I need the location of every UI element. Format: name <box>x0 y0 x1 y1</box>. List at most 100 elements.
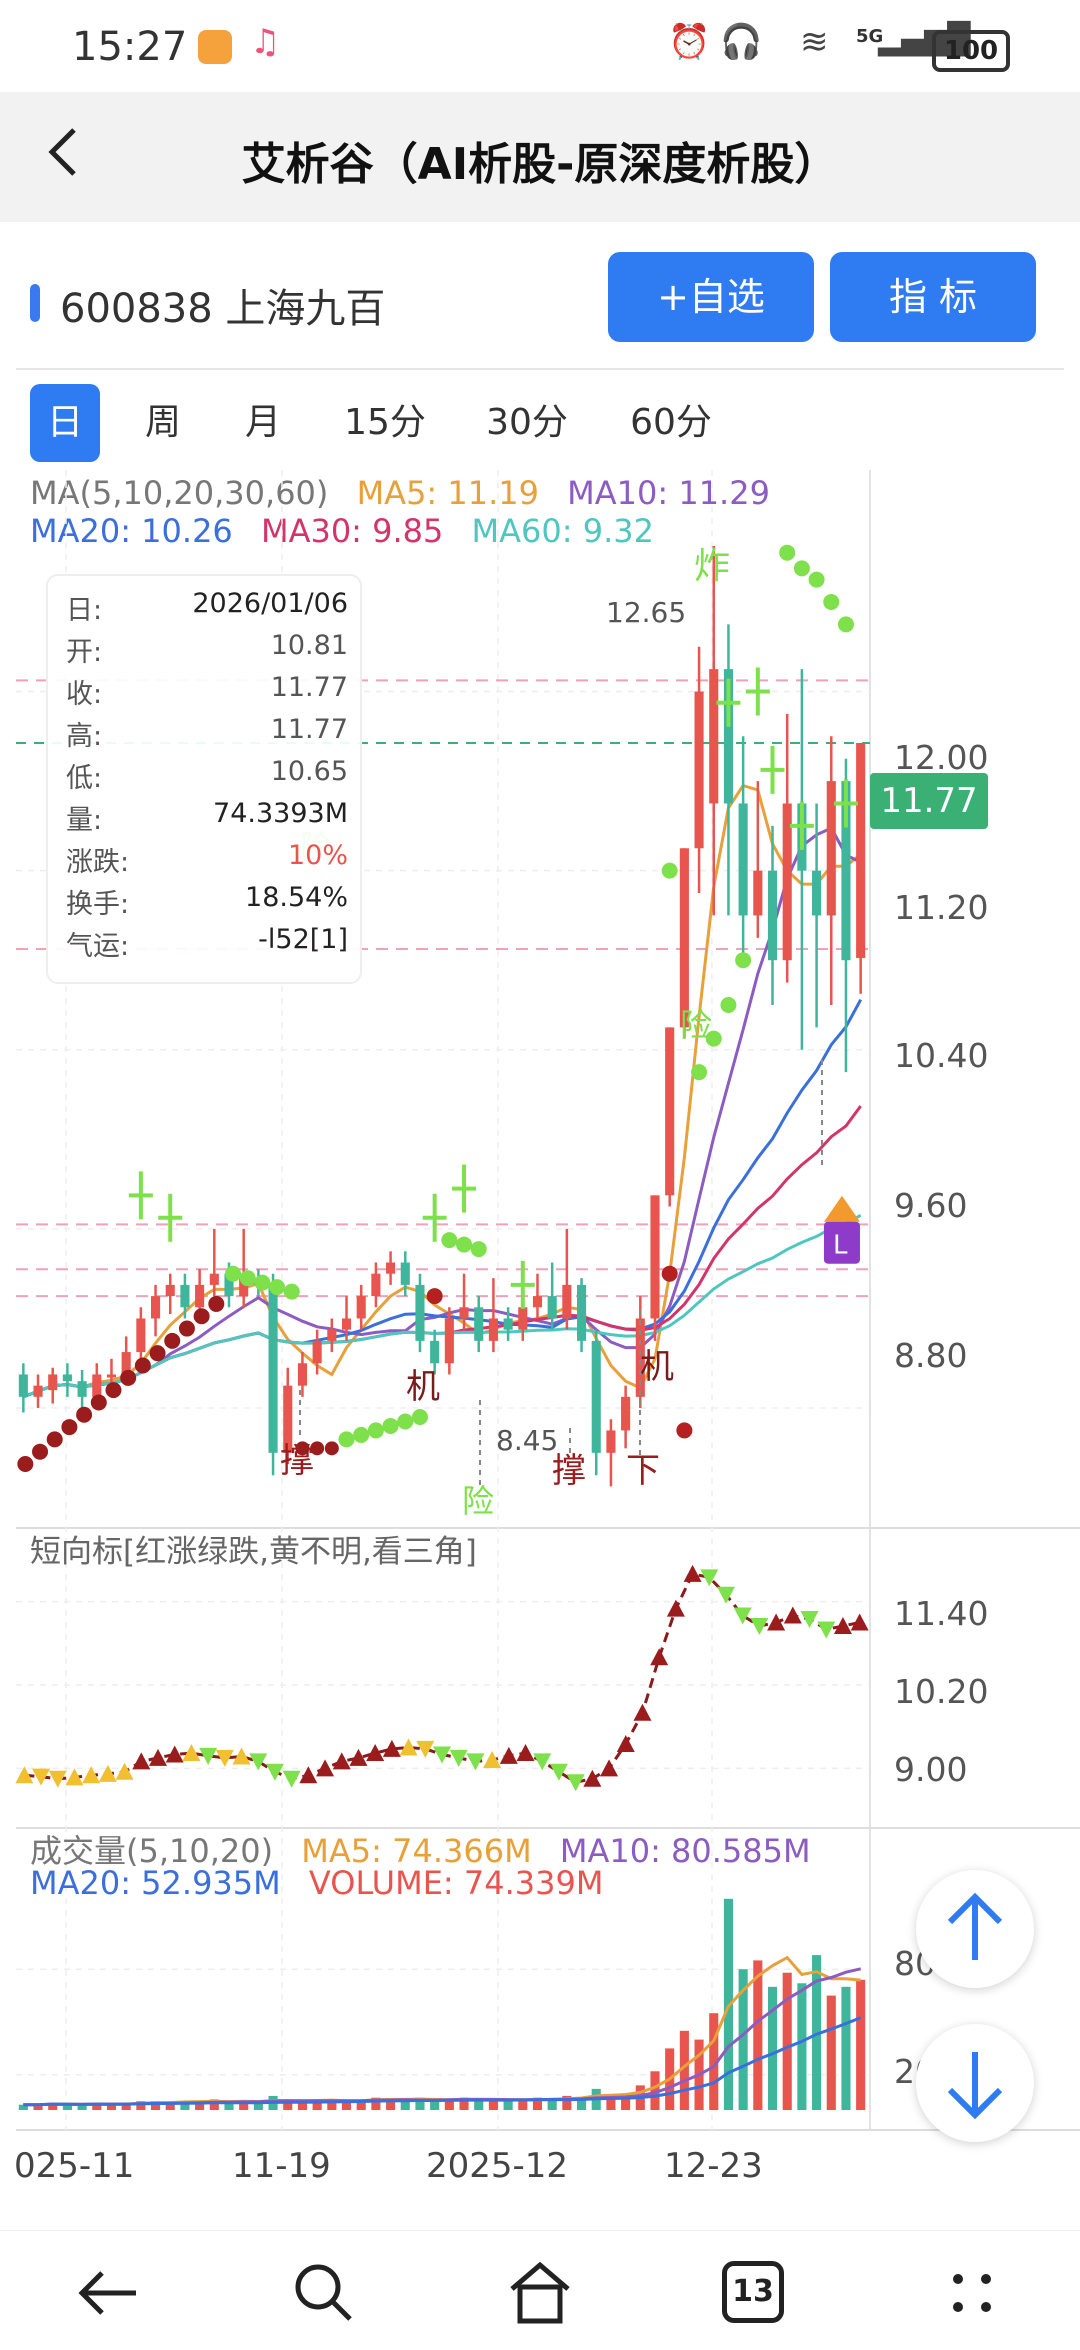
info-volume-label: 量: <box>66 805 103 836</box>
support-label: 撑 <box>552 1451 586 1491</box>
date-tick: 12-23 <box>664 2146 763 2186</box>
music-icon: ♫ <box>250 22 281 62</box>
nav-back-icon[interactable] <box>72 2257 144 2329</box>
candle-body <box>444 1318 454 1364</box>
alarm-icon: ⏰ <box>668 22 711 62</box>
short-panel-title: 短向标[红涨绿跌,黄不明,看三角] <box>30 1534 477 1570</box>
support-dot <box>32 1443 49 1460</box>
candle-body <box>650 1195 660 1319</box>
short-signal-triangle <box>98 1764 117 1782</box>
short-signal-triangle <box>850 1613 869 1631</box>
nav-more-icon[interactable] <box>936 2257 1008 2329</box>
volume-value: VOLUME: 74.339M <box>308 1864 604 1902</box>
risk-dot <box>239 1270 256 1287</box>
candle-body <box>562 1284 572 1319</box>
short-signal-triangle <box>149 1748 167 1766</box>
candle-body <box>856 743 866 958</box>
info-turnover: 18.54% <box>245 882 348 913</box>
candle-body <box>268 1284 278 1453</box>
short-indicator-panel <box>15 1564 870 1792</box>
nav-home-icon[interactable] <box>504 2257 576 2329</box>
short-signal-triangle <box>549 1763 568 1781</box>
candle-body <box>106 1374 117 1378</box>
candle-body <box>180 1284 190 1308</box>
scroll-up-button[interactable] <box>916 1870 1034 1988</box>
risk-dot <box>823 593 840 610</box>
volume-ma20: MA20: 52.935M <box>30 1864 281 1902</box>
short-signal-triangle <box>583 1769 602 1787</box>
risk-dot <box>779 544 796 561</box>
support-dot <box>76 1406 93 1423</box>
risk-dot <box>735 952 752 969</box>
nav-search-icon[interactable] <box>288 2257 360 2329</box>
volume-bar <box>767 1986 778 2110</box>
support-dot <box>426 1288 443 1305</box>
short-axis-tick: 10.20 <box>894 1672 989 1711</box>
risk-dot <box>382 1417 399 1434</box>
scroll-down-button[interactable] <box>916 2024 1034 2142</box>
candle-body <box>459 1307 469 1319</box>
tab-month[interactable]: 月 <box>228 384 298 462</box>
short-signal-triangle <box>633 1703 652 1721</box>
candle-body <box>209 1273 219 1285</box>
short-signal-triangle <box>566 1774 585 1792</box>
support-dot <box>90 1394 107 1411</box>
status-bar: 15:27 ♫ ⏰ 🎧 ≋ 5G ▂▄▆█ 100 <box>0 0 1080 92</box>
short-axis-tick: 11.40 <box>894 1594 989 1633</box>
wifi-icon: ≋ <box>800 22 829 62</box>
support-dot <box>134 1357 151 1374</box>
stock-code-name: 600838 上海九百 <box>60 286 386 332</box>
arrow-down-icon <box>947 2052 1003 2120</box>
stock-marker <box>30 284 40 322</box>
tab-30min[interactable]: 30分 <box>472 384 582 462</box>
orange-triangle <box>823 1195 860 1222</box>
info-open: 10.81 <box>270 630 348 661</box>
candle-body <box>92 1374 102 1397</box>
tab-day[interactable]: 日 <box>30 384 100 462</box>
volume-bar <box>297 2102 308 2110</box>
candle-body <box>48 1374 58 1391</box>
short-signal-triangle <box>650 1648 669 1666</box>
short-signal-triangle <box>616 1735 635 1753</box>
short-signal-triangle <box>516 1744 535 1762</box>
info-luck-row: 气运: -l52[1] <box>66 924 348 966</box>
stock-header: 600838 上海九百 +自选 指 标 <box>0 240 1080 368</box>
risk-dot <box>691 1064 708 1081</box>
candle-body <box>415 1284 425 1341</box>
candle-body <box>430 1340 440 1364</box>
candle-body <box>679 848 689 1028</box>
low-price-label: 8.45 <box>496 1424 558 1457</box>
add-watchlist-button[interactable]: +自选 <box>608 252 814 342</box>
volume-bar <box>841 1986 851 2110</box>
info-open-label: 开: <box>66 637 103 668</box>
price-tick: 11.20 <box>894 888 989 927</box>
volume-ma10-line <box>23 1967 862 2107</box>
volume-bar <box>753 1960 763 2110</box>
date-tick: 2025-12 <box>426 2146 569 2186</box>
risk-dot <box>470 1241 487 1258</box>
tab-15min[interactable]: 15分 <box>330 384 440 462</box>
support-dot <box>17 1456 34 1473</box>
short-signal-triangle <box>132 1752 151 1770</box>
candle-body <box>488 1318 498 1341</box>
risk-dot <box>661 862 678 879</box>
support-dot <box>164 1332 181 1349</box>
price-tick: 10.40 <box>894 1036 989 1075</box>
nav-recents-button[interactable]: 13 <box>722 2261 784 2323</box>
indicator-button[interactable]: 指 标 <box>830 252 1036 342</box>
support-dot <box>178 1320 195 1337</box>
last-price-tag: 11.77 <box>870 773 988 829</box>
candle-body <box>621 1396 631 1431</box>
tab-week[interactable]: 周 <box>128 384 198 462</box>
support-dot <box>676 1422 693 1439</box>
price-tick: 12.00 <box>894 738 989 777</box>
info-low-label: 低: <box>66 763 103 794</box>
tab-60min[interactable]: 60分 <box>616 384 726 462</box>
candle-body <box>694 691 704 849</box>
info-change: 10% <box>287 840 348 871</box>
candle-body <box>136 1318 146 1353</box>
risk-dot <box>456 1236 473 1253</box>
risk-dot <box>367 1422 384 1439</box>
battery-icon: 100 <box>932 30 1010 72</box>
info-low: 10.65 <box>270 756 348 787</box>
